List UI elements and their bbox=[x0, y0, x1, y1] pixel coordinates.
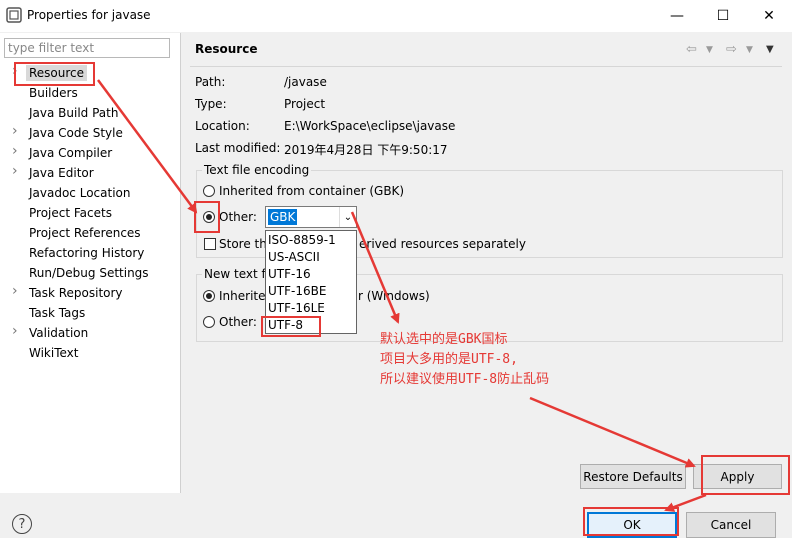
arrow-to-other-radio bbox=[96, 79, 198, 214]
annotation-arrows bbox=[96, 79, 707, 512]
arrow-to-apply bbox=[529, 396, 696, 468]
arrow-to-ok bbox=[664, 493, 707, 512]
arrow-to-annotation bbox=[350, 211, 400, 324]
